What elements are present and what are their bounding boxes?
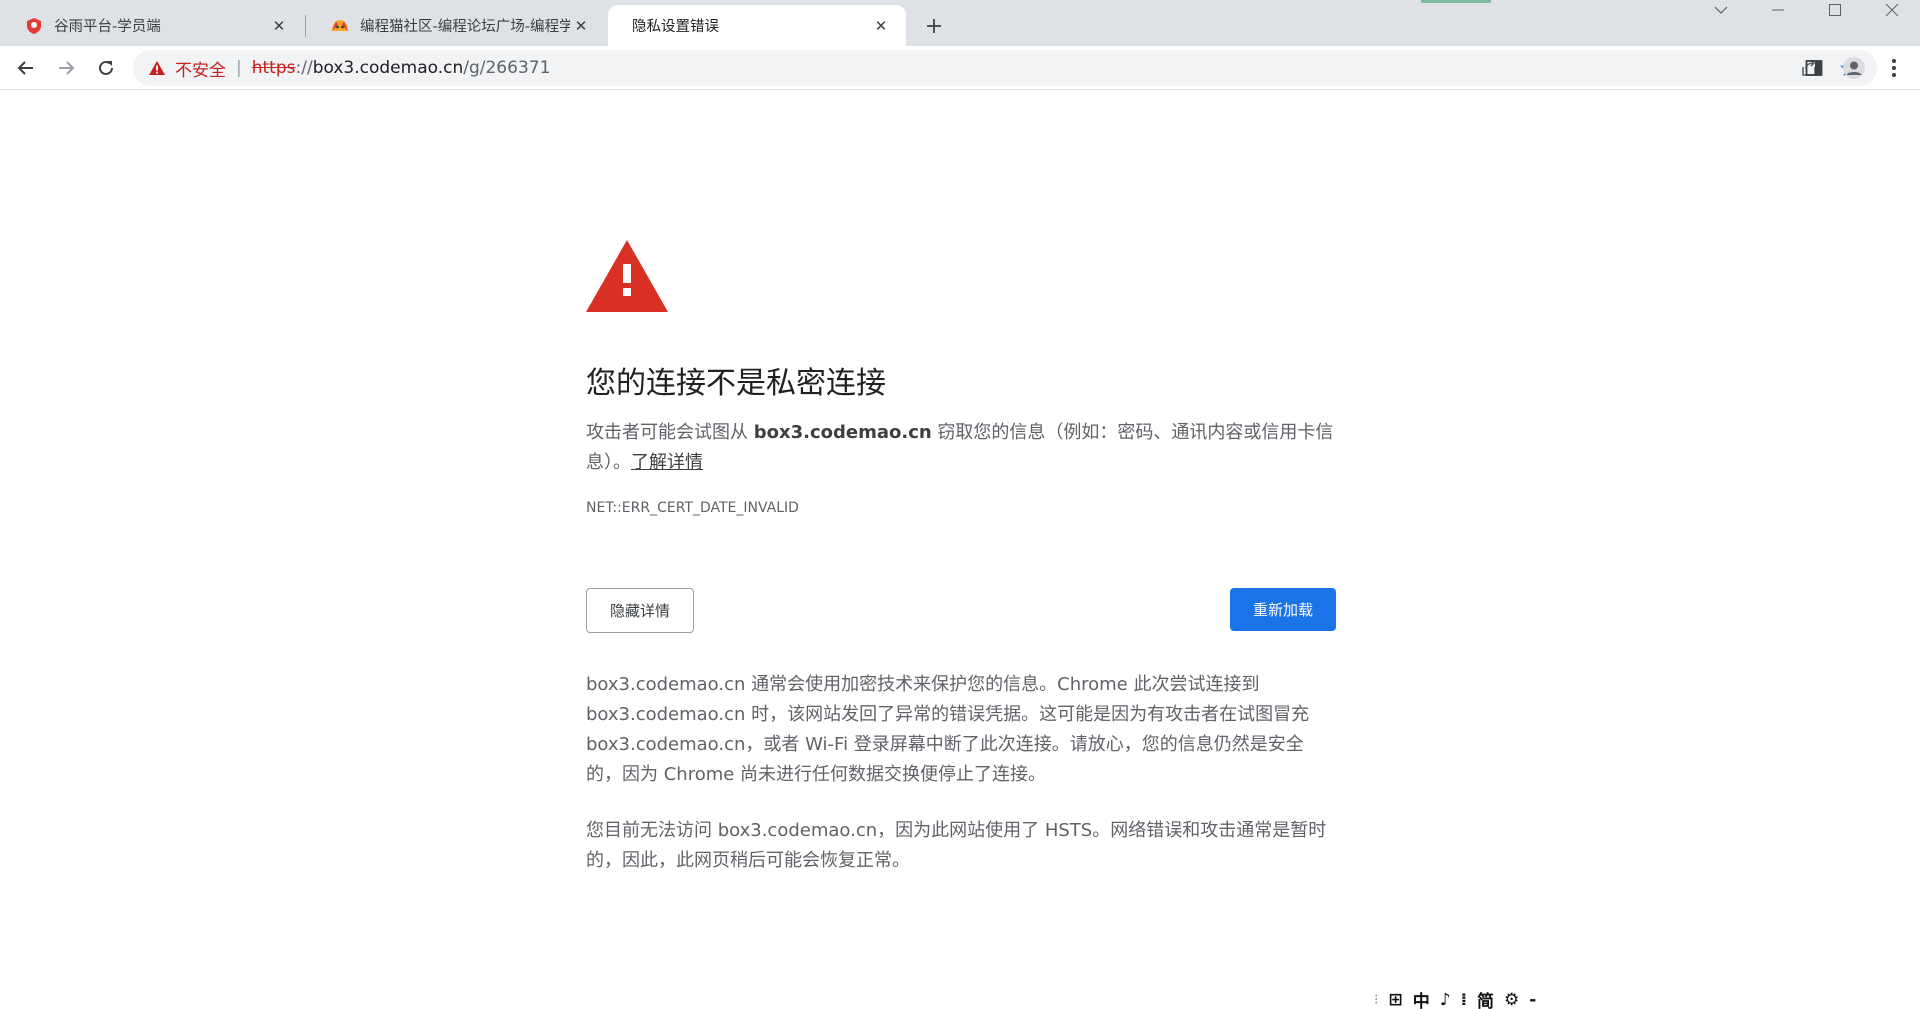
address-bar[interactable]: 不安全 | https://box3.codemao.cn/g/266371 (133, 50, 1877, 86)
browser-toolbar: 不安全 | https://box3.codemao.cn/g/266371 (0, 46, 1920, 90)
url-path: /g/266371 (463, 58, 551, 78)
tab-search-button[interactable] (1692, 0, 1749, 20)
ime-settings-icon[interactable]: ⚙ (1504, 990, 1519, 1009)
ime-punctuation-icon[interactable]: ⁞ (1461, 990, 1467, 1009)
close-icon (1885, 4, 1898, 16)
back-button[interactable] (10, 52, 42, 84)
top-edge-mark (1421, 0, 1491, 3)
security-status[interactable]: 不安全 (175, 56, 226, 81)
learn-more-link[interactable]: 了解详情 (631, 452, 703, 473)
intro-host: box3.codemao.cn (753, 422, 932, 443)
chevron-down-icon (1714, 6, 1727, 14)
url-separator: :// (295, 58, 313, 78)
maximize-button[interactable] (1806, 0, 1863, 20)
ime-simplified[interactable]: 简 (1477, 990, 1494, 1009)
close-window-button[interactable] (1863, 0, 1920, 20)
tab-title: 编程猫社区-编程论坛广场-编程学 (360, 19, 570, 35)
url-host: box3.codemao.cn (312, 58, 464, 78)
url-scheme: https (251, 58, 296, 78)
ime-minimize-icon[interactable]: - (1529, 990, 1536, 1009)
tab-guyu[interactable]: 谷雨平台-学员端 ✕ (0, 5, 304, 46)
arrow-left-icon (17, 61, 33, 75)
forward-button[interactable] (50, 52, 82, 84)
ime-grid-icon[interactable]: ⊞ (1388, 990, 1402, 1009)
reload-icon (99, 60, 113, 75)
ime-moon-icon[interactable]: ♪ (1440, 990, 1451, 1009)
reload-button[interactable]: 重新加载 (1230, 588, 1336, 631)
close-icon[interactable]: ✕ (268, 15, 290, 37)
omnibox-divider: | (236, 58, 242, 78)
profile-button[interactable] (1838, 52, 1870, 84)
tab-title: 谷雨平台-学员端 (54, 19, 161, 35)
error-code[interactable]: NET::ERR_CERT_DATE_INVALID (586, 500, 799, 516)
arrow-right-icon (59, 61, 75, 75)
avatar-icon (1843, 57, 1865, 79)
codemao-logo-icon (330, 16, 350, 36)
close-icon[interactable]: ✕ (570, 15, 592, 37)
gu-yu-logo-icon (24, 16, 44, 36)
close-icon[interactable]: ✕ (870, 15, 892, 37)
maximize-icon (1828, 4, 1841, 16)
details-paragraph-2: 您目前无法访问 box3.codemao.cn，因为此网站使用了 HSTS。网络… (586, 820, 1327, 871)
window-controls (1692, 0, 1920, 20)
reload-toolbar-button[interactable] (90, 52, 122, 84)
ime-drag-handle[interactable]: ⁝ (1374, 992, 1378, 1008)
plus-icon (927, 19, 941, 33)
menu-button[interactable] (1878, 52, 1910, 84)
url-text[interactable]: https://box3.codemao.cn/g/266371 (252, 58, 551, 78)
page-title: 您的连接不是私密连接 (586, 366, 886, 401)
intro-paragraph: 攻击者可能会试图从 box3.codemao.cn 窃取您的信息（例如：密码、通… (586, 418, 1338, 478)
new-tab-button[interactable] (918, 10, 950, 42)
minimize-button[interactable] (1749, 0, 1806, 20)
warning-icon[interactable] (147, 58, 167, 78)
tab-privacy-error[interactable]: 隐私设置错误 ✕ (608, 5, 906, 46)
tab-title: 隐私设置错误 (632, 19, 719, 35)
hide-details-button[interactable]: 隐藏详情 (586, 588, 694, 633)
ime-toolbar: ⁝ ⊞ 中 ♪ ⁞ 简 ⚙ - (1374, 990, 1536, 1009)
ime-mode-chinese[interactable]: 中 (1413, 990, 1430, 1009)
side-panel-icon (1805, 60, 1823, 76)
side-panel-button[interactable] (1798, 52, 1830, 84)
tab-strip: 谷雨平台-学员端 ✕ 编程猫社区-编程论坛广场-编程学 ✕ 隐私设置错误 ✕ (0, 0, 1920, 46)
kebab-menu-icon (1892, 59, 1896, 77)
tab-codemao[interactable]: 编程猫社区-编程论坛广场-编程学 ✕ (306, 5, 606, 46)
minimize-icon (1771, 9, 1784, 11)
intro-text: 攻击者可能会试图从 (586, 422, 754, 443)
warning-triangle-icon (586, 240, 668, 316)
details-paragraph-1: box3.codemao.cn 通常会使用加密技术来保护您的信息。Chrome … (586, 674, 1310, 785)
